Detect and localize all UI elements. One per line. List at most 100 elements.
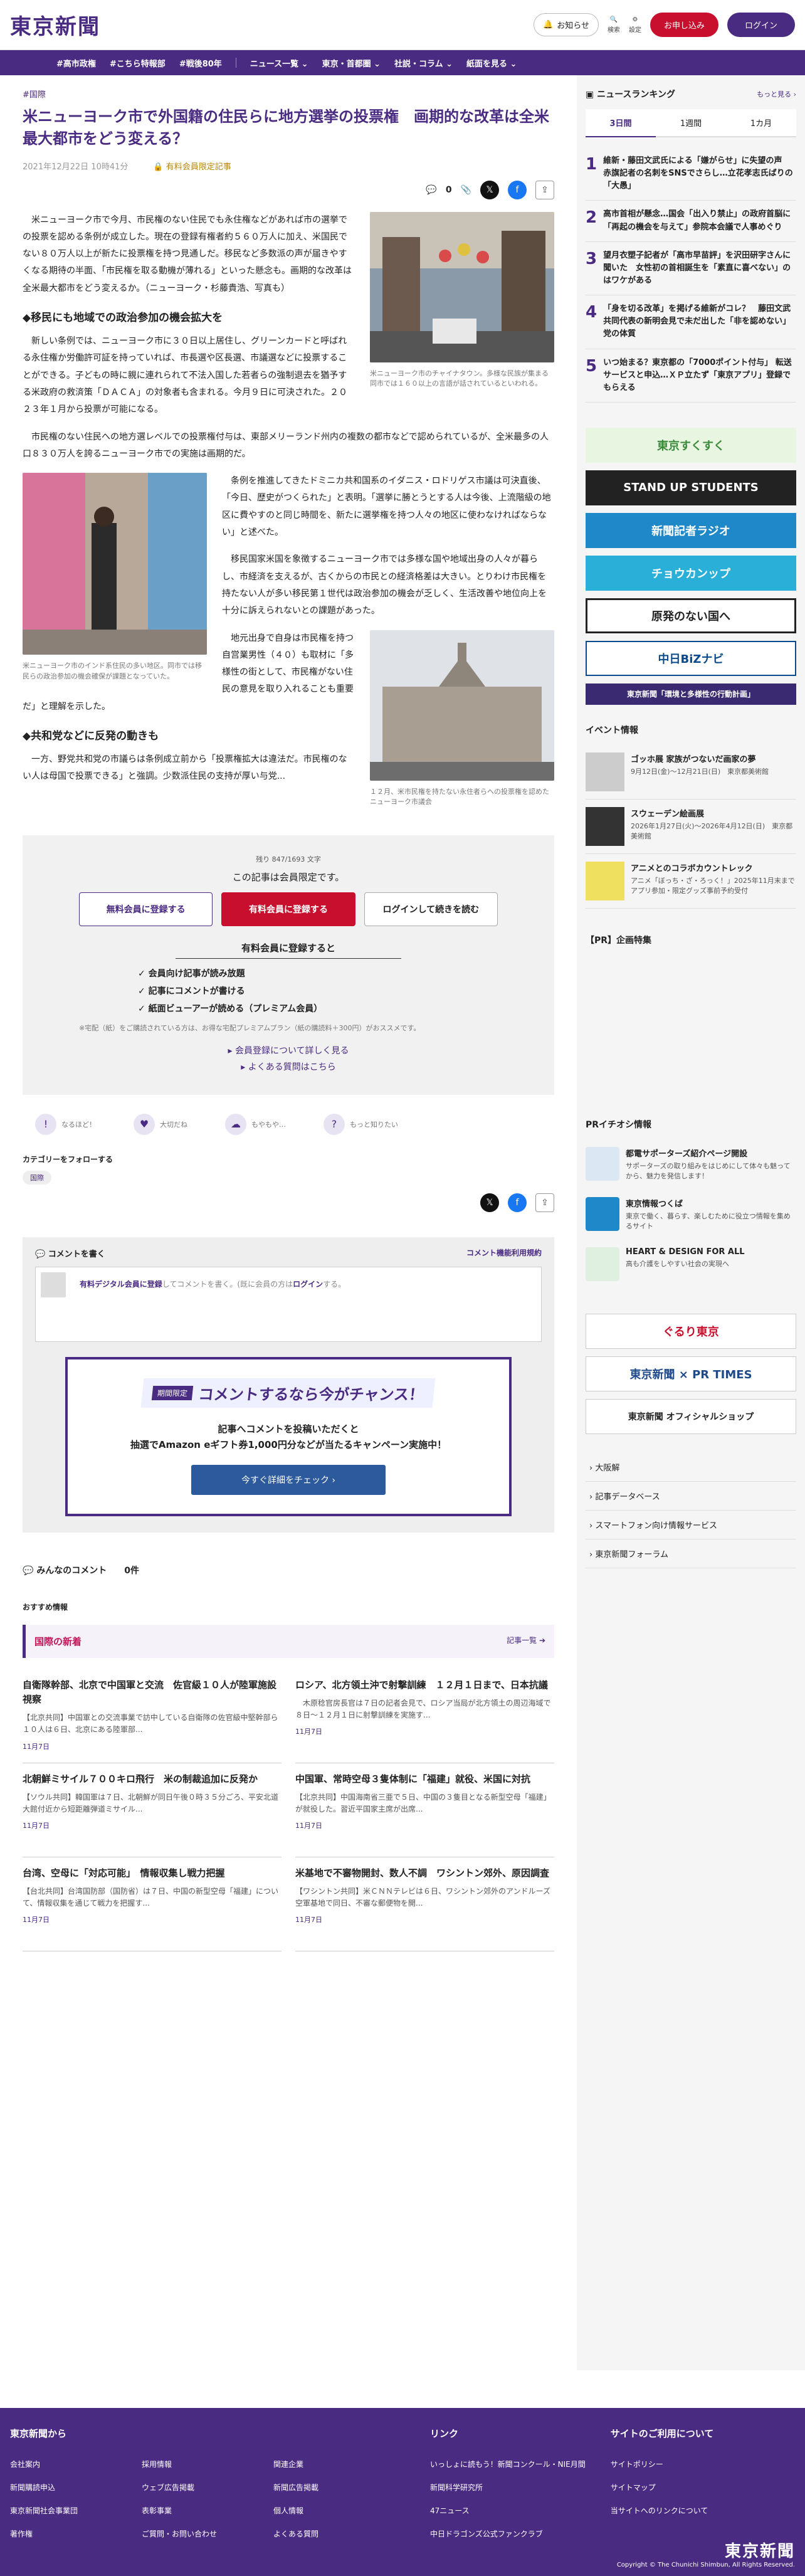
- gear-icon: ⚙: [632, 16, 638, 23]
- news-item[interactable]: 台湾、空母に「対応可能」 情報収集し戦力把握 【台北共同】台湾国防部（国防省）は７…: [23, 1857, 281, 1951]
- tab-1week[interactable]: 1週間: [656, 109, 726, 137]
- news-item[interactable]: ロシア、北方領土沖で射撃訓練 １２月１日まで、日本抗議 木原稔官房長官は７日の記…: [295, 1669, 554, 1763]
- banner-genpatsu[interactable]: 原発のない国へ: [586, 598, 796, 633]
- event-item[interactable]: ゴッホ展 家族がつないだ画家の夢 9月12日(金)〜12月21日(日) 東京都美術…: [586, 745, 796, 800]
- nav-item[interactable]: ニュース一覧 ⌄: [250, 57, 308, 69]
- footer-link[interactable]: サイトマップ: [611, 2482, 714, 2493]
- free-register-button[interactable]: 無料会員に登録する: [79, 892, 213, 926]
- event-item[interactable]: アニメとのコラボカウントレック アニメ「ぼっち・ざ・ろっく！」2025年11月末ま…: [586, 854, 796, 909]
- nav-item[interactable]: 社説・コラム ⌄: [394, 57, 453, 69]
- faq-link[interactable]: ▸ よくある質問はこちら: [79, 1059, 498, 1076]
- banner-chokan[interactable]: チョウカンップ: [586, 555, 796, 591]
- banner-shop[interactable]: 東京新聞 オフィシャルショップ: [586, 1398, 796, 1434]
- side-link[interactable]: › 大阪解: [586, 1453, 796, 1482]
- footer-link[interactable]: いっしょに読もう！新聞コンクール・NIE月間: [430, 2459, 586, 2469]
- ranking-more-link[interactable]: もっと見る ›: [757, 89, 796, 99]
- signup-button[interactable]: お申し込み: [650, 13, 718, 37]
- tab-3days[interactable]: 3日間: [586, 109, 656, 137]
- comment-input[interactable]: 有料デジタル会員に登録してコメントを書く。(既に会員の方はログインする。: [35, 1266, 542, 1342]
- footer-link[interactable]: よくある質問: [273, 2528, 405, 2539]
- comment-icon[interactable]: 💬: [426, 185, 436, 195]
- photo-cityhall[interactable]: [370, 630, 554, 781]
- news-item[interactable]: 米基地で不審物開封、数人不調 ワシントン郊外、原因調査 【ワシントン共同】米ＣＮＮ…: [295, 1857, 554, 1951]
- tab-1month[interactable]: 1カ月: [726, 109, 796, 137]
- footer-link[interactable]: 個人情報: [273, 2505, 405, 2516]
- nav-item[interactable]: #戦後80年: [179, 57, 222, 69]
- footer-link[interactable]: 新聞広告掲載: [273, 2482, 405, 2493]
- login-button[interactable]: ログイン: [727, 13, 795, 37]
- ranking-item[interactable]: 4 「身を切る改革」を掲げる維新がコレ？ 藤田文武共同代表の新明会見で未だ出した「…: [586, 295, 796, 349]
- banner-gururi[interactable]: ぐるり東京: [586, 1313, 796, 1349]
- footer-link[interactable]: 会社案内: [10, 2459, 142, 2469]
- reaction-moyamoya[interactable]: ☁ もやもや…: [225, 1113, 286, 1135]
- news-more-link[interactable]: 記事一覧 ➔: [507, 1635, 545, 1648]
- reaction-motto[interactable]: ? もっと知りたい: [324, 1113, 398, 1135]
- banner-action-plan[interactable]: 東京新聞「環境と多様性の行動計画」: [586, 683, 796, 705]
- nav-item[interactable]: #こちら特報部: [110, 57, 166, 69]
- photo-chinatown[interactable]: [370, 211, 554, 362]
- pr-item[interactable]: 東京情報つくば 東京で働く、暮らす、楽しむために役立つ情報を集めるサイト: [586, 1190, 796, 1240]
- x-share-icon[interactable]: 𝕏: [480, 180, 499, 199]
- pr-item[interactable]: 都電サポーターズ紹介ページ開設 サポーターズの取り組みをはじめにして体々も魅ってか…: [586, 1139, 796, 1190]
- footer-link[interactable]: 東京新聞社会事業団: [10, 2505, 142, 2516]
- site-logo[interactable]: 東京新聞: [10, 9, 100, 40]
- news-item[interactable]: 北朝鮮ミサイル７００キロ飛行 米の制裁追加に反発か 【ソウル共同】韓国軍は７日、北…: [23, 1763, 281, 1857]
- ranking-item[interactable]: 1 維新・藤田文武氏による「嫌がらせ」に失望の声 赤旗記者の名刺をSNSでさらし……: [586, 147, 796, 201]
- side-link[interactable]: › スマートフォン向け情報サービス: [586, 1511, 796, 1539]
- footer-logo[interactable]: 東京新聞: [617, 2538, 795, 2562]
- footer-link[interactable]: ご質問・お問い合わせ: [142, 2528, 273, 2539]
- footer-link[interactable]: 47ニュース: [430, 2505, 586, 2516]
- footer-link[interactable]: 中日ドラゴンズ公式ファンクラブ: [430, 2528, 586, 2539]
- photo-street[interactable]: [23, 473, 207, 655]
- heart-icon: ♥: [134, 1113, 155, 1135]
- banner-standup[interactable]: STAND UP STUDENTS: [586, 470, 796, 505]
- article-tag[interactable]: #国際: [23, 88, 554, 100]
- category-chip[interactable]: 国際: [23, 1170, 51, 1185]
- side-link[interactable]: › 記事データベース: [586, 1482, 796, 1511]
- campaign-detail-button[interactable]: 今すぐ詳細をチェック ›: [191, 1464, 386, 1495]
- membership-info-link[interactable]: ▸ 会員登録について詳しく見る: [79, 1043, 498, 1060]
- side-link[interactable]: › 東京新聞フォーラム: [586, 1539, 796, 1568]
- pr-item[interactable]: HEART & DESIGN FOR ALL 高も介護をしやすい社会の実現へ: [586, 1240, 796, 1289]
- banner-sukusuku[interactable]: 東京すくすく: [586, 427, 796, 463]
- footer-link[interactable]: 表彰事業: [142, 2505, 273, 2516]
- comment-login-link[interactable]: ログイン: [293, 1280, 323, 1289]
- search-button[interactable]: 🔍 検索: [608, 16, 620, 34]
- footer-link[interactable]: サイトポリシー: [611, 2459, 714, 2469]
- event-item[interactable]: スウェーデン絵画展 2026年1月27日(火)〜2026年4月12日(日) 東京都…: [586, 800, 796, 854]
- footer-link[interactable]: 採用情報: [142, 2459, 273, 2469]
- footer-link[interactable]: 著作権: [10, 2528, 142, 2539]
- footer-link[interactable]: 関連企業: [273, 2459, 405, 2469]
- ranking-item[interactable]: 5 いつ始まる？東京都の「7000ポイント付与」 転送サービスと申込…ＸＰ立たず「…: [586, 349, 796, 403]
- facebook-share-icon[interactable]: f: [508, 1193, 527, 1212]
- login-to-read-button[interactable]: ログインして続きを読む: [364, 892, 498, 926]
- footer-link[interactable]: 新聞科学研究所: [430, 2482, 586, 2493]
- share-icon[interactable]: ⇪: [535, 1193, 554, 1212]
- settings-button[interactable]: ⚙ 設定: [629, 16, 641, 34]
- footer-link[interactable]: ウェブ広告掲載: [142, 2482, 273, 2493]
- reaction-naruhodo[interactable]: ! なるほど！: [35, 1113, 96, 1135]
- nav-item[interactable]: 東京・首都圏 ⌄: [322, 57, 381, 69]
- news-item[interactable]: 中国軍、常時空母３隻体制に「福建」就役、米国に対抗 【北京共同】中国海南省三亜で５…: [295, 1763, 554, 1857]
- ranking-item[interactable]: 3 望月衣塑子記者が「高市早苗評」を沢田研字さんに聞いた 女性初の首相誕生を「素直…: [586, 242, 796, 296]
- clip-icon[interactable]: 📎: [461, 185, 471, 195]
- nav-item[interactable]: #高市政権: [56, 57, 96, 69]
- news-header: 国際の新着 記事一覧 ➔: [23, 1624, 554, 1658]
- footer-link[interactable]: 当サイトへのリンクについて: [611, 2505, 714, 2516]
- footer-link[interactable]: 新聞購読申込: [10, 2482, 142, 2493]
- register-link[interactable]: 有料デジタル会員に登録: [80, 1280, 162, 1289]
- nav-item[interactable]: 紙面を見る ⌄: [466, 57, 517, 69]
- x-share-icon[interactable]: 𝕏: [480, 1193, 499, 1212]
- ranking-item[interactable]: 2 高市首相が懸念…国会「出入り禁止」の政府首脳に「再起の機会を与えて」参院本会議…: [586, 201, 796, 242]
- banner-bizu[interactable]: 中日BiZナビ: [586, 640, 796, 676]
- notice-button[interactable]: 🔔 お知らせ: [534, 13, 599, 36]
- banner-radio[interactable]: 新聞記者ラジオ: [586, 512, 796, 548]
- facebook-share-icon[interactable]: f: [508, 180, 527, 199]
- reaction-taisetsu[interactable]: ♥ 大切だね: [134, 1113, 187, 1135]
- share-icon[interactable]: ⇪: [535, 180, 554, 199]
- pr-thumb: [586, 1247, 619, 1281]
- comment-rules-link[interactable]: コメント機能利用規約: [466, 1247, 542, 1259]
- news-item[interactable]: 自衛隊幹部、北京で中国軍と交流 佐官級１０人が陸軍施設視察 【北京共同】中国軍との…: [23, 1669, 281, 1763]
- banner-prtimes[interactable]: 東京新聞 × PR TIMES: [586, 1356, 796, 1391]
- paid-register-button[interactable]: 有料会員に登録する: [221, 892, 355, 926]
